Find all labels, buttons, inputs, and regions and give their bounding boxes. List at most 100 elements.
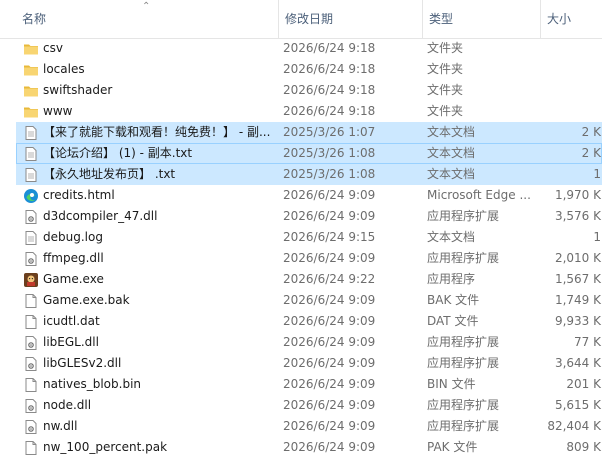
file-modified-date: 2026/6/24 9:18 xyxy=(283,104,376,118)
file-row[interactable]: libEGL.dll 2026/6/24 9:09 应用程序扩展 77 K xyxy=(16,332,602,353)
file-row[interactable]: libGLESv2.dll 2026/6/24 9:09 应用程序扩展 3,644 K xyxy=(16,353,602,374)
file-row[interactable]: 【永久地址发布页】 .txt 2025/3/26 1:08 文本文档 1 xyxy=(16,164,602,185)
file-row[interactable]: 【来了就能下载和观看！纯免费！】 - 副... 2025/3/26 1:07 文本文… xyxy=(16,122,602,143)
text-file-icon xyxy=(23,125,39,141)
file-name: debug.log xyxy=(43,230,103,244)
file-type: 应用程序扩展 xyxy=(427,251,500,265)
file-size xyxy=(545,39,602,58)
file-size xyxy=(545,81,602,100)
file-modified-date: 2026/6/24 9:18 xyxy=(283,41,376,55)
file-name: node.dll xyxy=(43,398,92,412)
blank-file-icon xyxy=(23,377,39,393)
file-modified-date: 2026/6/24 9:09 xyxy=(283,251,376,265)
file-modified-date: 2026/6/24 9:15 xyxy=(283,230,376,244)
file-name: locales xyxy=(43,62,85,76)
dll-file-icon xyxy=(23,398,39,414)
file-row[interactable]: swiftshader 2026/6/24 9:18 文件夹 xyxy=(16,80,602,101)
text-file-icon xyxy=(23,167,39,183)
file-modified-date: 2026/6/24 9:09 xyxy=(283,356,376,370)
file-name: 【来了就能下载和观看！纯免费！】 - 副... xyxy=(43,125,271,139)
file-modified-date: 2026/6/24 9:09 xyxy=(283,314,376,328)
blank-file-icon xyxy=(23,314,39,330)
dll-file-icon xyxy=(23,335,39,351)
file-type: 应用程序扩展 xyxy=(427,356,500,370)
dll-file-icon xyxy=(23,251,39,267)
file-row[interactable]: debug.log 2026/6/24 9:15 文本文档 1 xyxy=(16,227,602,248)
file-size: 82,404 K xyxy=(547,419,601,433)
file-modified-date: 2026/6/24 9:09 xyxy=(283,440,376,454)
file-type: BAK 文件 xyxy=(427,293,480,307)
file-size: 1 xyxy=(593,230,601,244)
file-name: icudtl.dat xyxy=(43,314,100,328)
file-row[interactable]: d3dcompiler_47.dll 2026/6/24 9:09 应用程序扩展 3,… xyxy=(16,206,602,227)
file-name: ffmpeg.dll xyxy=(43,251,104,265)
file-type: 文件夹 xyxy=(427,104,464,118)
folder-icon xyxy=(23,104,39,120)
file-row[interactable]: Game.exe.bak 2026/6/24 9:09 BAK 文件 1,749 K xyxy=(16,290,602,311)
file-size: 3,576 K xyxy=(554,209,601,223)
file-type: BIN 文件 xyxy=(427,377,476,391)
file-row[interactable]: node.dll 2026/6/24 9:09 应用程序扩展 5,615 K xyxy=(16,395,602,416)
dll-file-icon xyxy=(23,209,39,225)
file-row[interactable]: www 2026/6/24 9:18 文件夹 xyxy=(16,101,602,122)
file-name: nw.dll xyxy=(43,419,78,433)
file-row[interactable]: icudtl.dat 2026/6/24 9:09 DAT 文件 9,933 K xyxy=(16,311,602,332)
file-size: 2,010 K xyxy=(554,251,601,265)
column-header-size[interactable]: 大小 xyxy=(540,0,602,38)
file-type: 应用程序扩展 xyxy=(427,419,500,433)
file-type: 应用程序 xyxy=(427,272,476,286)
file-size: 3,644 K xyxy=(554,356,601,370)
file-type: 文件夹 xyxy=(427,41,464,55)
folder-icon xyxy=(23,62,39,78)
file-modified-date: 2026/6/24 9:09 xyxy=(283,398,376,412)
column-header-date[interactable]: 修改日期 xyxy=(278,0,422,38)
file-type: 文件夹 xyxy=(427,83,464,97)
file-type: PAK 文件 xyxy=(427,440,478,454)
file-name: natives_blob.bin xyxy=(43,377,142,391)
file-name: csv xyxy=(43,41,63,55)
file-modified-date: 2026/6/24 9:22 xyxy=(283,272,376,286)
dll-file-icon xyxy=(23,419,39,435)
file-size: 1,567 K xyxy=(554,272,601,286)
file-name: Game.exe xyxy=(43,272,104,286)
file-type: 文本文档 xyxy=(427,125,476,139)
file-size: 201 K xyxy=(566,377,601,391)
file-modified-date: 2026/6/24 9:09 xyxy=(283,419,376,433)
file-size: 1,970 K xyxy=(554,188,601,202)
file-modified-date: 2026/6/24 9:09 xyxy=(283,209,376,223)
file-modified-date: 2026/6/24 9:09 xyxy=(283,293,376,307)
file-row[interactable]: Game.exe 2026/6/24 9:22 应用程序 1,567 K xyxy=(16,269,602,290)
folder-icon xyxy=(23,41,39,57)
file-modified-date: 2026/6/24 9:09 xyxy=(283,377,376,391)
file-type: DAT 文件 xyxy=(427,314,479,328)
file-name: credits.html xyxy=(43,188,115,202)
column-header-type[interactable]: 类型 xyxy=(422,0,540,38)
file-name: nw_100_percent.pak xyxy=(43,440,168,454)
file-name: swiftshader xyxy=(43,83,113,97)
file-size xyxy=(545,60,602,79)
file-size: 5,615 K xyxy=(554,398,601,412)
file-row[interactable]: csv 2026/6/24 9:18 文件夹 xyxy=(16,38,602,59)
file-size: 9,933 K xyxy=(554,314,601,328)
file-type: 应用程序扩展 xyxy=(427,335,500,349)
blank-file-icon xyxy=(23,293,39,309)
edge-icon xyxy=(23,188,39,204)
file-type: 应用程序扩展 xyxy=(427,398,500,412)
column-header-name[interactable]: 名称 xyxy=(16,0,278,38)
file-row[interactable]: locales 2026/6/24 9:18 文件夹 xyxy=(16,59,602,80)
file-row[interactable]: ffmpeg.dll 2026/6/24 9:09 应用程序扩展 2,010 K xyxy=(16,248,602,269)
file-row[interactable]: nw_100_percent.pak 2026/6/24 9:09 PAK 文件 80… xyxy=(16,437,602,458)
file-row[interactable]: nw.dll 2026/6/24 9:09 应用程序扩展 82,404 K xyxy=(16,416,602,437)
file-size: 1 xyxy=(593,167,601,181)
file-type: 应用程序扩展 xyxy=(427,209,500,223)
file-modified-date: 2026/6/24 9:18 xyxy=(283,62,376,76)
file-name: www xyxy=(43,104,73,118)
file-row[interactable]: natives_blob.bin 2026/6/24 9:09 BIN 文件 201 … xyxy=(16,374,602,395)
file-row[interactable]: credits.html 2026/6/24 9:09 Microsoft Edge… xyxy=(16,185,602,206)
file-size: 2 K xyxy=(581,125,601,139)
file-row[interactable]: 【论坛介绍】 (1) - 副本.txt 2025/3/26 1:08 文本文档 2 K xyxy=(16,143,602,164)
text-file-icon xyxy=(23,146,39,162)
blank-file-icon xyxy=(23,440,39,456)
file-size: 77 K xyxy=(574,335,601,349)
file-size: 2 K xyxy=(581,146,601,160)
